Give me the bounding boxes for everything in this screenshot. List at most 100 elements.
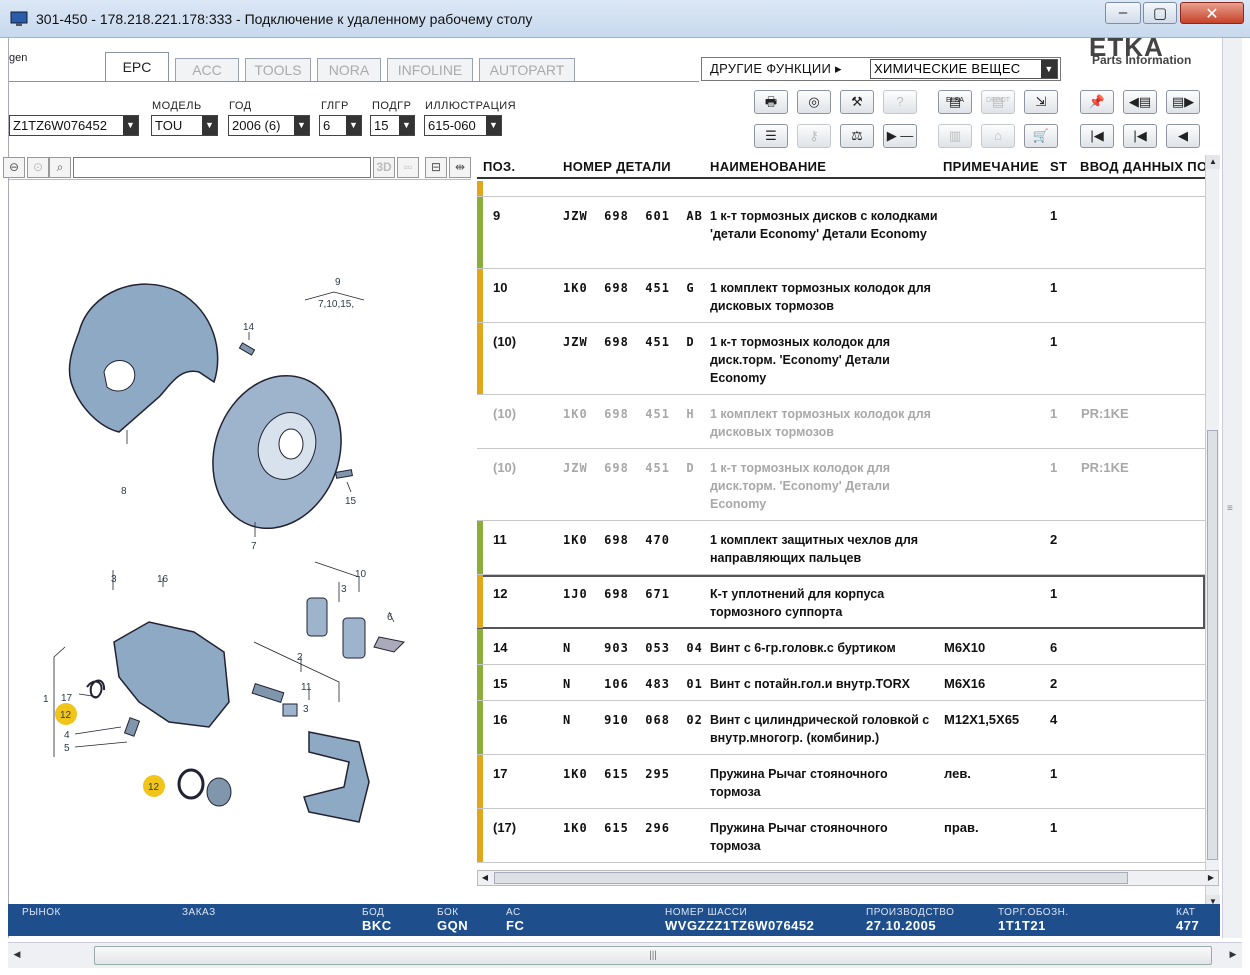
zoom-in-button[interactable]: ⌕ (49, 157, 71, 178)
vehicle-button[interactable]: ⚖ (840, 124, 874, 148)
shopping-cart-button[interactable]: 🛒 (1024, 124, 1058, 148)
row-st: 2 (1050, 532, 1058, 547)
callout-1[interactable]: 1 (43, 694, 49, 705)
col-part-number[interactable]: НОМЕР ДЕТАЛИ (563, 159, 671, 174)
table-row[interactable]: (17) 1K0 615 296 Пружина Рычаг стояночного… (477, 809, 1205, 863)
callout-5[interactable]: 5 (64, 743, 70, 754)
list-button[interactable]: ☰ (754, 124, 788, 148)
cart-transfer-button[interactable]: ⇲ (1024, 90, 1058, 114)
ugr-select[interactable]: 15 ▼ (370, 115, 415, 136)
maximize-button[interactable]: ▢ (1143, 2, 1177, 24)
print-button[interactable]: 🖶 (754, 90, 788, 114)
scroll-right-icon[interactable]: ▶ (1226, 949, 1240, 963)
car-icon: ⚖ (851, 128, 863, 143)
service-button[interactable]: ◎ (797, 90, 831, 114)
callout-15[interactable]: 15 (345, 496, 357, 507)
tab-autopart[interactable]: AUTOPART (479, 58, 575, 82)
table-row[interactable]: 16 N 910 068 02 Винт с цилиндрической голо… (477, 701, 1205, 755)
callout-8[interactable]: 8 (121, 486, 127, 497)
hotspot-button[interactable]: ▫▫ (397, 157, 419, 178)
layout-button[interactable]: ▥ (938, 124, 972, 148)
depot-button[interactable]: ▤ DEPOT (981, 90, 1015, 114)
model-select[interactable]: TOU ▼ (151, 115, 218, 136)
callout-3b[interactable]: 3 (341, 584, 347, 595)
window-scroll-thumb[interactable]: ||| (94, 946, 1212, 965)
col-name[interactable]: НАИМЕНОВАНИЕ (710, 159, 826, 174)
table-row[interactable]: 9 JZW 698 601 AB 1 к-т тормозных дисков с … (477, 197, 1205, 269)
col-pos[interactable]: ПОЗ. (483, 159, 515, 174)
table-vertical-scrollbar[interactable]: ▲ ▼ (1205, 155, 1220, 909)
table-row[interactable]: 12 1J0 698 671 К-т уплотнений для корпуса … (477, 575, 1205, 629)
callout-3a[interactable]: 3 (111, 574, 117, 585)
hgr-select[interactable]: 6 ▼ (319, 115, 362, 136)
split-view-button[interactable]: ⊟ (425, 157, 447, 178)
3d-button[interactable]: 3D (373, 157, 395, 178)
callout-17[interactable]: 17 (61, 693, 73, 704)
production-label: ПРОИЗВОДСТВО (866, 907, 955, 918)
callout-7[interactable]: 7 (251, 541, 257, 552)
pin-button[interactable]: 📌 (1080, 90, 1114, 114)
callout-2[interactable]: 2 (297, 652, 303, 663)
tools-button[interactable]: ⚒ (840, 90, 874, 114)
elsa-button[interactable]: ▤ ELSA (938, 90, 972, 114)
year-select[interactable]: 2006 (6) ▼ (228, 115, 310, 136)
col-st[interactable]: ST (1050, 159, 1067, 174)
scroll-right-icon[interactable]: ▶ (1204, 872, 1218, 884)
row-pos: (10) (493, 460, 517, 475)
dealer-button[interactable]: ⌂ (981, 124, 1015, 148)
callout-4[interactable]: 4 (64, 730, 70, 741)
table-row[interactable]: 17 1K0 615 295 Пружина Рычаг стояночного т… (477, 755, 1205, 809)
zoom-100-button[interactable]: ⊙ (27, 157, 49, 178)
tab-nora[interactable]: NORA (317, 58, 381, 82)
scroll-thumb-h[interactable] (494, 872, 1128, 884)
brake-illustration[interactable]: 9 7,10,15, 14 8 15 7 3 16 10 3 6 2 11 3 … (9, 182, 471, 922)
search-parts-button[interactable]: ? (883, 90, 917, 114)
other-functions-select[interactable]: ХИМИЧЕСКИЕ ВЕЩЕС ▼ (870, 59, 1058, 79)
callout-3c[interactable]: 3 (303, 704, 309, 715)
table-row-partial (477, 181, 1205, 197)
illustration-select[interactable]: 615-060 ▼ (424, 115, 502, 136)
table-horizontal-scrollbar[interactable]: ◀ ▶ (477, 870, 1219, 886)
table-row[interactable]: 15 N 106 483 01 Винт с потайн.гол.и внутр.… (477, 665, 1205, 701)
callout-9[interactable]: 9 (335, 277, 341, 288)
col-note[interactable]: ПРИМЕЧАНИЕ (943, 159, 1039, 174)
prev-page-button[interactable]: ◀▤ (1123, 90, 1157, 114)
resize-pane-button[interactable]: ⇹ (449, 157, 471, 178)
callout-14[interactable]: 14 (243, 322, 255, 333)
table-row[interactable]: 14 N 903 053 04 Винт с 6-гр.головк.с бурти… (477, 629, 1205, 665)
back-button[interactable]: ◀ (1166, 124, 1200, 148)
callout-6[interactable]: 6 (387, 612, 393, 623)
collapse-button[interactable]: ▶ — (883, 124, 917, 148)
close-button[interactable]: ✕ (1180, 2, 1244, 24)
table-row[interactable]: (10) 1K0 698 451 H 1 комплект тормозных ко… (477, 395, 1205, 449)
callout-11[interactable]: 11 (301, 682, 312, 693)
window-horizontal-scrollbar[interactable]: ◀ ||| ▶ (8, 942, 1242, 968)
scroll-left-icon[interactable]: ◀ (478, 872, 492, 884)
illustration-search-input[interactable] (73, 157, 371, 178)
table-row[interactable]: 10 1K0 698 451 G 1 комплект тормозных коло… (477, 269, 1205, 323)
col-input[interactable]: ВВОД ДАННЫХ ПО (1080, 159, 1205, 174)
previous-button[interactable]: |◀ (1123, 124, 1157, 148)
first-button[interactable]: |◀ (1080, 124, 1114, 148)
next-page-button[interactable]: ▤▶ (1166, 90, 1200, 114)
scroll-up-icon[interactable]: ▲ (1206, 155, 1220, 169)
minimize-button[interactable]: – (1105, 2, 1141, 24)
dropdown-arrow-icon: ▼ (294, 116, 309, 135)
tab-tools[interactable]: TOOLS (245, 58, 311, 82)
vin-select[interactable]: Z1TZ6W076452 ▼ (9, 115, 139, 136)
window-vertical-scrollbar[interactable]: ≡ (1222, 38, 1242, 938)
scroll-thumb[interactable] (1207, 430, 1218, 860)
table-row[interactable]: (10) JZW 698 451 D 1 к-т тормозных колодок… (477, 323, 1205, 395)
tab-epc[interactable]: EPC (105, 52, 169, 82)
key-button[interactable]: ⚷ (797, 124, 831, 148)
table-row[interactable]: (10) JZW 698 451 D 1 к-т тормозных колодок… (477, 449, 1205, 521)
tab-infoline[interactable]: INFOLINE (387, 58, 473, 82)
tab-acc[interactable]: ACC (175, 58, 239, 82)
callout-16[interactable]: 16 (157, 574, 169, 585)
parts-table: ПОЗ. НОМЕР ДЕТАЛИ НАИМЕНОВАНИЕ ПРИМЕЧАНИ… (477, 155, 1205, 863)
table-row[interactable]: 11 1K0 698 470 1 комплект защитных чехлов … (477, 521, 1205, 575)
zoom-out-button[interactable]: ⊖ (3, 157, 25, 178)
row-part-number: 1K0 698 470 (563, 533, 670, 547)
scroll-left-icon[interactable]: ◀ (10, 949, 24, 963)
callout-10[interactable]: 10 (355, 569, 367, 580)
